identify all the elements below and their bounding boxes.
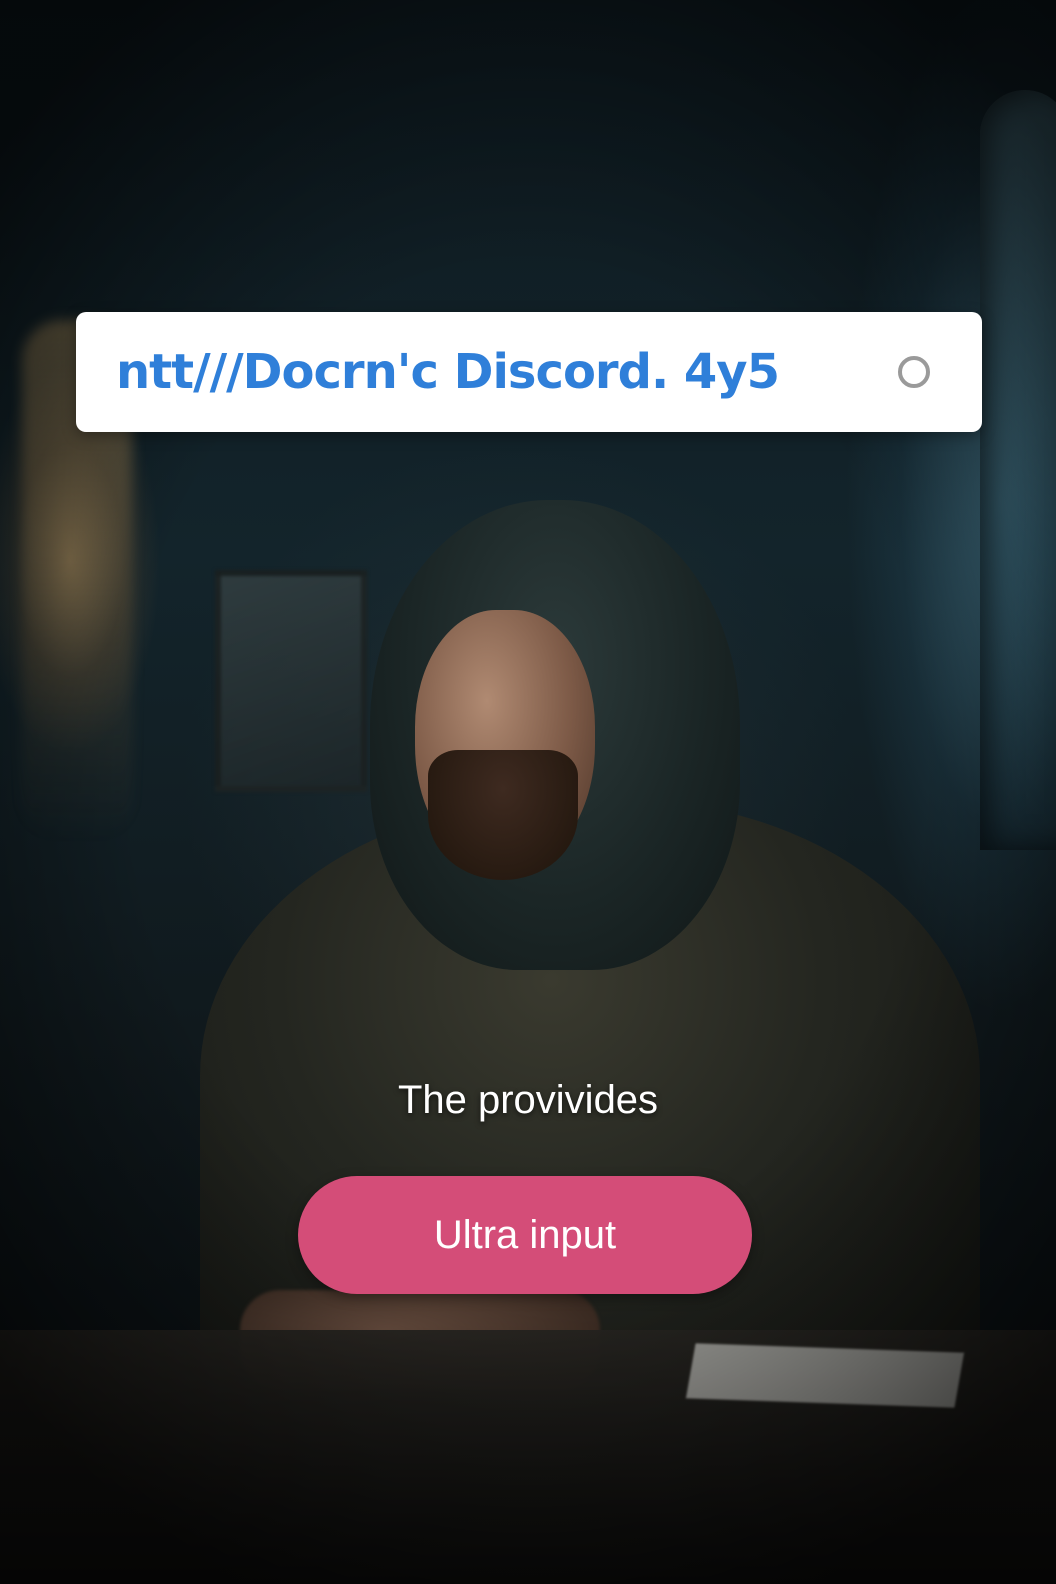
caption-text: The provivides — [397, 1078, 659, 1122]
url-text[interactable]: ntt///Docrn'c Discord. 4y5 — [116, 344, 780, 400]
vignette — [0, 0, 1056, 1584]
ultra-input-button[interactable]: Ultra input — [298, 1176, 752, 1294]
background-photo — [0, 0, 1056, 1584]
circle-icon[interactable] — [898, 356, 930, 388]
address-bar[interactable]: ntt///Docrn'c Discord. 4y5 — [76, 312, 982, 432]
